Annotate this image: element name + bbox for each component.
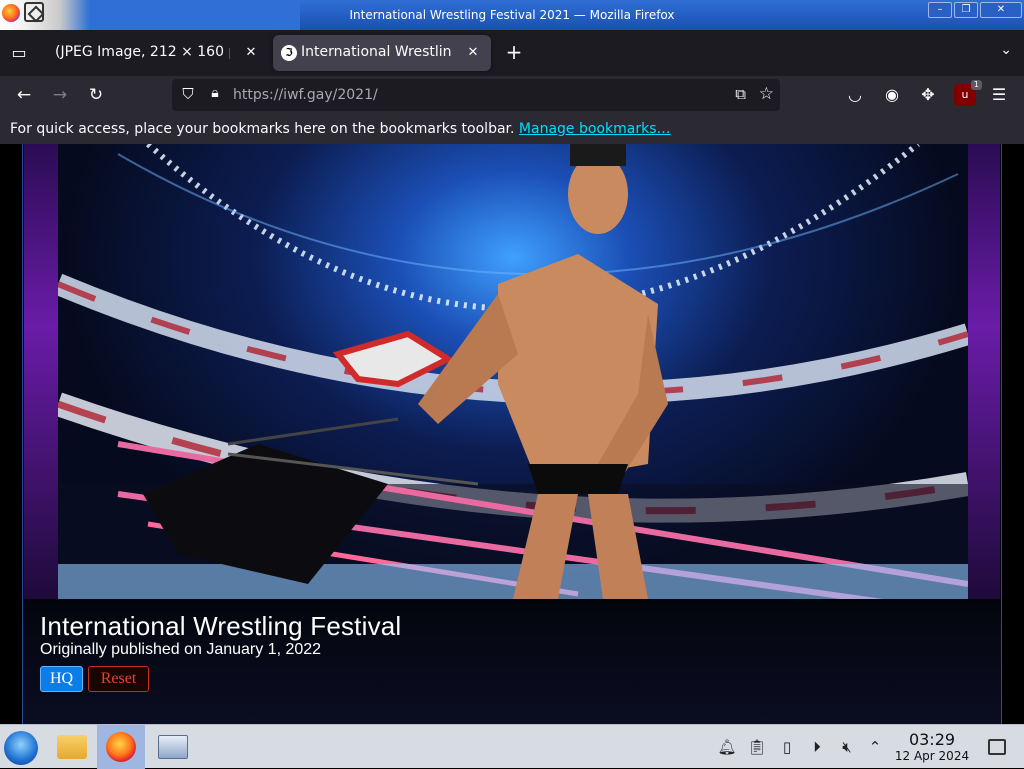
folder-icon [57, 735, 87, 759]
tab-label: International Wrestling Festival 2021 [301, 44, 451, 60]
system-settings-icon [158, 735, 188, 759]
close-window-button[interactable]: ✕ [980, 2, 1022, 18]
url-bar[interactable]: ⛉ 🔒︎ https://iwf.gay/2021/ ⧉ ☆ [172, 79, 780, 111]
side-decoration-left [24, 144, 58, 599]
clock-date: 12 Apr 2024 [894, 749, 970, 763]
tab-label: (JPEG Image, 212 × 160 pixels) [55, 44, 230, 60]
volume-muted-icon[interactable]: 🔇︎ [837, 737, 857, 757]
firefox-taskbar-button[interactable] [97, 725, 145, 769]
wrestling-arena-image[interactable] [58, 144, 968, 599]
tab-jpeg-image[interactable]: (JPEG Image, 212 × 160 pixels) ✕ [43, 35, 269, 71]
tab-iwf-2021[interactable]: ℑ International Wrestling Festival 2021 … [273, 35, 491, 71]
url-text[interactable]: https://iwf.gay/2021/ [233, 87, 378, 103]
bookmarks-toolbar: For quick access, place your bookmarks h… [0, 114, 1024, 144]
navigation-toolbar: ← → ↻ ⛉ 🔒︎ https://iwf.gay/2021/ ⧉ ☆ ◡ ◉… [0, 76, 1024, 114]
bookmarks-message: For quick access, place your bookmarks h… [10, 121, 671, 137]
firefox-view-icon[interactable]: ▭ [8, 42, 30, 64]
shield-icon[interactable]: ⛉ [178, 85, 198, 105]
media-play-icon[interactable]: ⏵ [807, 737, 827, 757]
pocket-icon[interactable]: ◡ [844, 84, 866, 106]
clipboard-icon[interactable]: 📋︎ [747, 737, 767, 757]
taskbar: 🔔︎ 📋︎ ▯ ⏵ 🔇︎ ⌃ 03:29 12 Apr 2024 [0, 724, 1024, 769]
manage-bookmarks-link[interactable]: Manage bookmarks… [519, 121, 671, 137]
battery-icon[interactable]: ▯ [777, 737, 797, 757]
reload-button[interactable]: ↻ [84, 84, 108, 106]
puzzle-icon[interactable]: ✥ [917, 84, 939, 106]
file-manager-taskbar-button[interactable] [48, 725, 96, 769]
content-frame: International Wrestling Festival Origina… [22, 144, 1002, 724]
maximize-button[interactable]: ❐ [954, 2, 978, 18]
side-decoration-right [966, 144, 1000, 599]
caption-panel: International Wrestling Festival Origina… [23, 599, 1001, 724]
hq-button[interactable]: HQ [40, 666, 83, 692]
close-tab-icon[interactable]: ✕ [241, 43, 261, 63]
page-content: International Wrestling Festival Origina… [0, 144, 1024, 724]
firefox-icon [106, 732, 136, 762]
forward-button[interactable]: → [48, 84, 72, 106]
minimize-button[interactable]: – [928, 2, 952, 18]
published-date: Originally published on January 1, 2022 [40, 641, 322, 658]
ublock-icon[interactable]: u1 [954, 80, 982, 106]
new-tab-button[interactable]: + [503, 42, 525, 64]
hamburger-icon[interactable]: ☰ [988, 84, 1010, 106]
system-settings-taskbar-button[interactable] [148, 725, 196, 769]
close-tab-icon[interactable]: ✕ [463, 43, 483, 63]
account-icon[interactable]: ◉ [881, 84, 903, 106]
page-title: International Wrestling Festival [40, 611, 402, 641]
start-menu-button[interactable] [4, 731, 38, 765]
clock-time: 03:29 [908, 730, 956, 749]
window-titlebar: International Wrestling Festival 2021 — … [0, 0, 1024, 30]
star-icon[interactable]: ☆ [759, 84, 774, 104]
list-all-tabs-button[interactable]: ⌄ [1000, 42, 1012, 58]
clock[interactable]: 03:29 12 Apr 2024 [893, 730, 971, 764]
show-desktop-icon[interactable] [988, 739, 1006, 755]
ublock-badge: 1 [970, 80, 982, 90]
window-title: International Wrestling Festival 2021 — … [349, 8, 675, 22]
tab-strip: ▭ (JPEG Image, 212 × 160 pixels) ✕ ℑ Int… [0, 30, 1024, 76]
site-favicon-icon: ℑ [281, 45, 297, 61]
picture-in-picture-icon[interactable]: ⧉ [735, 85, 746, 103]
lock-icon[interactable]: 🔒︎ [205, 85, 225, 105]
arena-illustration [58, 144, 968, 599]
chevron-up-icon[interactable]: ⌃ [865, 737, 885, 757]
reset-button[interactable]: Reset [88, 666, 149, 692]
notifications-icon[interactable]: 🔔︎ [717, 737, 737, 757]
back-button[interactable]: ← [12, 84, 36, 106]
window-controls: – ❐ ✕ [928, 2, 1022, 18]
